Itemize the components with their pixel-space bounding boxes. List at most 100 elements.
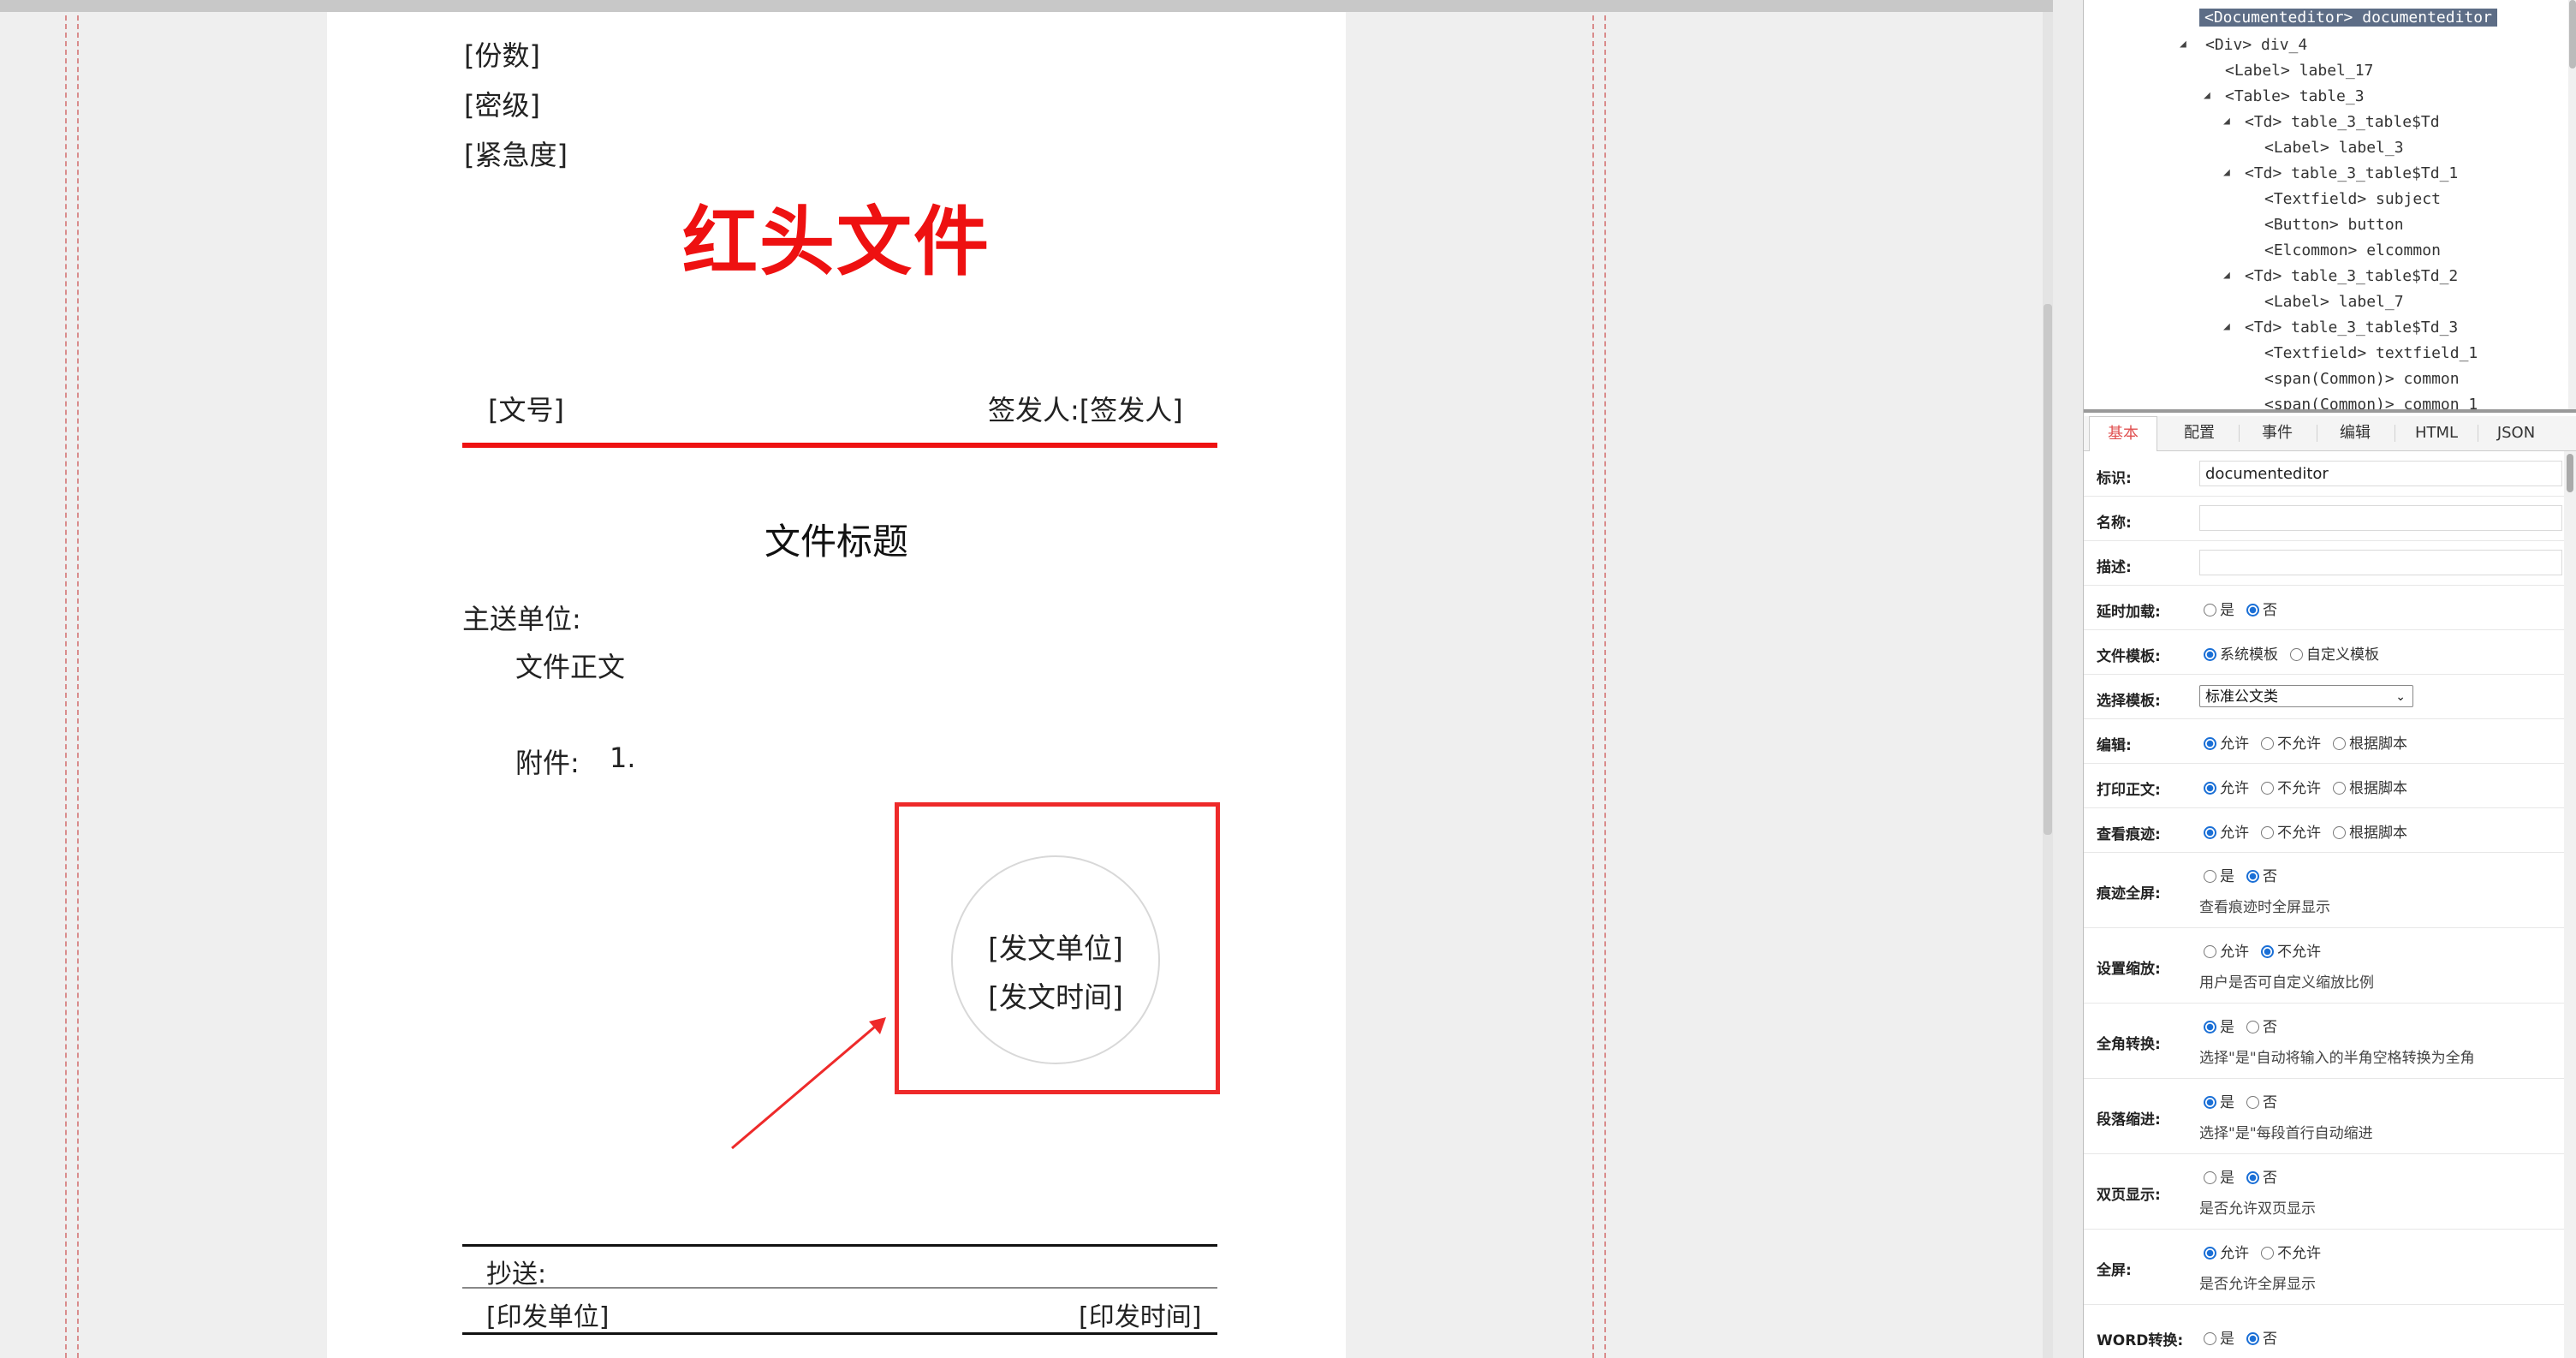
document-page[interactable]: [份数] [密级] [紧急度] 红头文件 [文号] 签发人:[签发人] 文件标题… — [327, 12, 1346, 1358]
tree-node[interactable]: <Elcommon> elcommon — [2264, 240, 2441, 262]
option-label: 不允许 — [2277, 944, 2321, 961]
tree-node[interactable]: <Label> label_17 — [2225, 60, 2373, 82]
tree-node[interactable]: <Label> label_3 — [2264, 137, 2404, 159]
print-disallow-radio[interactable] — [2261, 782, 2274, 795]
print-allow-radio[interactable] — [2204, 782, 2216, 795]
tree-node[interactable]: <Td> table_3_table$Td_2 — [2245, 265, 2458, 288]
tab-edit[interactable]: 编辑 — [2322, 416, 2389, 450]
template-system-radio[interactable] — [2204, 648, 2216, 661]
tree-expand-icon[interactable]: ◢ — [2204, 89, 2210, 102]
double-yes-radio[interactable] — [2204, 1171, 2216, 1184]
tab-json[interactable]: JSON — [2483, 416, 2549, 450]
secret-level-field[interactable]: [密级] — [464, 84, 540, 123]
double-no-radio[interactable] — [2246, 1171, 2259, 1184]
tree-node[interactable]: <Button> button — [2264, 214, 2404, 236]
template-custom-radio[interactable] — [2290, 648, 2303, 661]
option-label: 允许 — [2220, 736, 2249, 753]
option-label: 允许 — [2220, 944, 2249, 961]
option-label: 否 — [2263, 868, 2277, 885]
edit-script-radio[interactable] — [2333, 737, 2346, 750]
issue-time-field[interactable]: [发文时间] — [953, 974, 1158, 1016]
zoom-disallow-radio[interactable] — [2261, 945, 2274, 958]
cc-label[interactable]: 抄送: — [486, 1253, 546, 1290]
tree-node[interactable]: <Textfield> textfield_1 — [2264, 342, 2478, 365]
tree-node[interactable]: <Textfield> subject — [2264, 188, 2441, 211]
lazy-yes-radio[interactable] — [2204, 604, 2216, 616]
option-label: 是 — [2220, 1019, 2234, 1036]
copies-field[interactable]: [份数] — [464, 34, 540, 74]
signer-field[interactable]: 签发人:[签发人] — [988, 389, 1183, 428]
attachment-label[interactable]: 附件: — [515, 742, 580, 781]
option-label: 根据脚本 — [2349, 736, 2407, 753]
fullscreen-allow-radio[interactable] — [2204, 1247, 2216, 1260]
template-select[interactable]: 标准公文类 ⌄ — [2199, 685, 2413, 707]
desc-input[interactable] — [2199, 550, 2562, 575]
lazy-no-radio[interactable] — [2246, 604, 2259, 616]
print-unit-field[interactable]: [印发单位] — [486, 1295, 609, 1333]
tree-scrollbar-thumb[interactable] — [2569, 0, 2576, 68]
seal-circle: [发文单位] [发文时间] — [951, 855, 1160, 1064]
tree-node[interactable]: <Table> table_3 — [2225, 86, 2365, 108]
name-input[interactable] — [2199, 505, 2562, 531]
tree-node[interactable]: <Td> table_3_table$Td — [2245, 111, 2440, 134]
print-label: 打印正文: — [2097, 782, 2161, 799]
edit-disallow-radio[interactable] — [2261, 737, 2274, 750]
word-yes-radio[interactable] — [2204, 1332, 2216, 1345]
edit-allow-radio[interactable] — [2204, 737, 2216, 750]
editor-scrollbar-thumb[interactable] — [2044, 304, 2052, 835]
zoom-allow-radio[interactable] — [2204, 945, 2216, 958]
indent-no-radio[interactable] — [2246, 1096, 2259, 1109]
component-tree: <Documenteditor> documenteditor ◢ <Div> … — [2084, 0, 2576, 413]
footer-top-rule — [462, 1244, 1217, 1247]
trace-full-yes-radio[interactable] — [2204, 870, 2216, 883]
prop-row-indent: 段落缩进: 是 否 选择"是"每段首行自动缩进 — [2084, 1078, 2565, 1154]
tree-node[interactable]: <Label> label_7 — [2264, 291, 2404, 313]
option-label: 允许 — [2220, 1245, 2249, 1262]
fullwidth-yes-radio[interactable] — [2204, 1021, 2216, 1033]
doc-number-field[interactable]: [文号] — [488, 389, 564, 428]
tree-node[interactable]: <span(Common)> common_1 — [2264, 394, 2478, 409]
tree-expand-icon[interactable]: ◢ — [2223, 320, 2230, 333]
body-text[interactable]: 文件正文 — [515, 646, 625, 685]
issuing-unit-field[interactable]: [发文单位] — [953, 926, 1158, 967]
tree-node-documenteditor[interactable]: <Documenteditor> documenteditor — [2199, 7, 2497, 29]
property-scrollbar-thumb[interactable] — [2567, 454, 2573, 492]
attachment-item[interactable]: 1. — [610, 742, 636, 774]
tree-expand-icon[interactable]: ◢ — [2223, 269, 2230, 282]
trace-allow-radio[interactable] — [2204, 826, 2216, 839]
prop-row-fullwidth: 全角转换: 是 否 选择"是"自动将输入的半角空格转换为全角 — [2084, 1003, 2565, 1079]
select-value: 标准公文类 — [2205, 688, 2278, 706]
main-recipient-label[interactable]: 主送单位: — [462, 598, 581, 637]
fullscreen-disallow-radio[interactable] — [2261, 1247, 2274, 1260]
print-time-field[interactable]: [印发时间] — [1079, 1295, 1201, 1333]
tab-events[interactable]: 事件 — [2244, 416, 2311, 450]
trace-script-radio[interactable] — [2333, 826, 2346, 839]
tab-config[interactable]: 配置 — [2166, 416, 2233, 450]
file-title[interactable]: 文件标题 — [327, 513, 1346, 565]
property-scrollbar[interactable] — [2564, 451, 2576, 1358]
tree-expand-icon[interactable]: ◢ — [2180, 38, 2186, 51]
tree-expand-icon[interactable]: ◢ — [2223, 166, 2230, 179]
trace-disallow-radio[interactable] — [2261, 826, 2274, 839]
indent-yes-radio[interactable] — [2204, 1096, 2216, 1109]
desc-label: 描述: — [2097, 559, 2132, 576]
print-script-radio[interactable] — [2333, 782, 2346, 795]
word-no-radio[interactable] — [2246, 1332, 2259, 1345]
fullwidth-no-radio[interactable] — [2246, 1021, 2259, 1033]
tab-basic[interactable]: 基本 — [2089, 416, 2157, 451]
trace-full-no-radio[interactable] — [2246, 870, 2259, 883]
tree-scrollbar[interactable] — [2568, 0, 2576, 409]
property-tabs: 基本 配置 事件 编辑 HTML JSON — [2084, 416, 2576, 451]
tree-node[interactable]: <Div> div_4 — [2205, 34, 2307, 57]
option-label: 自定义模板 — [2306, 646, 2379, 664]
id-input[interactable]: documenteditor — [2199, 461, 2562, 486]
option-label: 否 — [2263, 602, 2277, 619]
tree-node[interactable]: <Td> table_3_table$Td_3 — [2245, 317, 2458, 339]
tree-node[interactable]: <Td> table_3_table$Td_1 — [2245, 163, 2458, 185]
tree-node[interactable]: <span(Common)> common — [2264, 368, 2460, 390]
tab-html[interactable]: HTML — [2400, 416, 2473, 450]
tree-expand-icon[interactable]: ◢ — [2223, 115, 2230, 128]
option-label: 否 — [2263, 1019, 2277, 1036]
double-hint: 是否允许双页显示 — [2199, 1200, 2316, 1218]
urgency-field[interactable]: [紧急度] — [464, 134, 568, 173]
